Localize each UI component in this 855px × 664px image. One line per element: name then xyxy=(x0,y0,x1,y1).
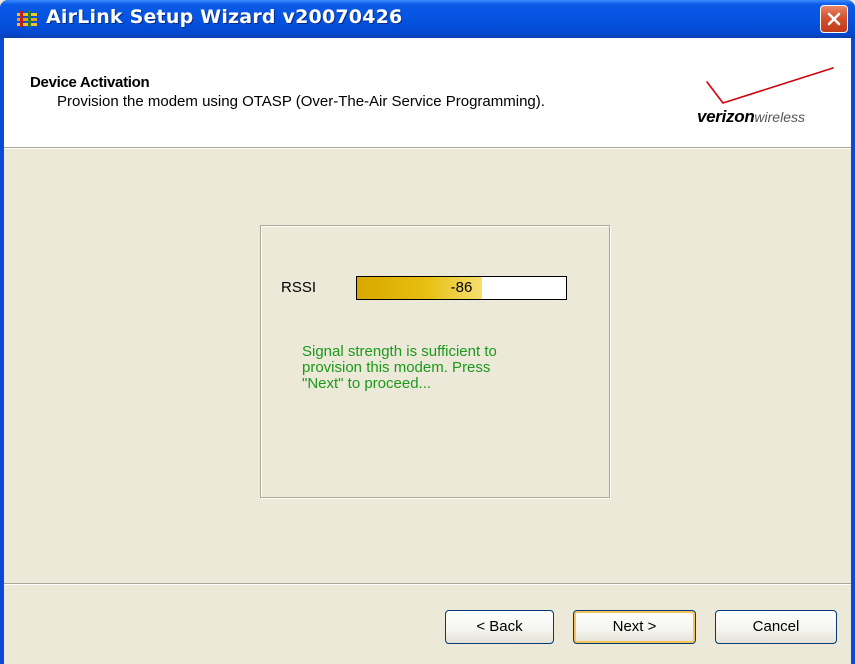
verizon-check-icon xyxy=(706,67,834,104)
rssi-meter: -86 xyxy=(356,276,567,300)
rssi-value: -86 xyxy=(450,279,473,296)
close-button[interactable] xyxy=(820,5,848,33)
footer-divider xyxy=(4,583,851,585)
window-title: AirLink Setup Wizard v20070426 xyxy=(46,6,403,28)
wizard-window: AirLink Setup Wizard v20070426 Device Ac… xyxy=(0,0,855,664)
rssi-label: RSSI xyxy=(281,279,317,296)
cancel-button[interactable]: Cancel xyxy=(715,610,837,644)
header-divider xyxy=(4,147,851,149)
next-button[interactable]: Next > xyxy=(573,610,696,644)
close-icon xyxy=(827,12,841,26)
title-bar[interactable]: AirLink Setup Wizard v20070426 xyxy=(0,0,855,38)
page-title: Device Activation xyxy=(30,74,150,91)
airlink-app-icon xyxy=(16,10,38,28)
back-button[interactable]: < Back xyxy=(445,610,554,644)
wizard-client-area: Device Activation Provision the modem us… xyxy=(4,38,851,664)
logo-text-light: wireless xyxy=(754,109,805,125)
page-description: Provision the modem using OTASP (Over-Th… xyxy=(57,93,545,110)
verizon-wireless-logo: verizonwireless xyxy=(693,60,843,140)
wizard-header: Device Activation Provision the modem us… xyxy=(4,38,851,147)
signal-status-message: Signal strength is sufficient to provisi… xyxy=(302,343,497,392)
logo-text-bold: verizon xyxy=(697,107,755,126)
